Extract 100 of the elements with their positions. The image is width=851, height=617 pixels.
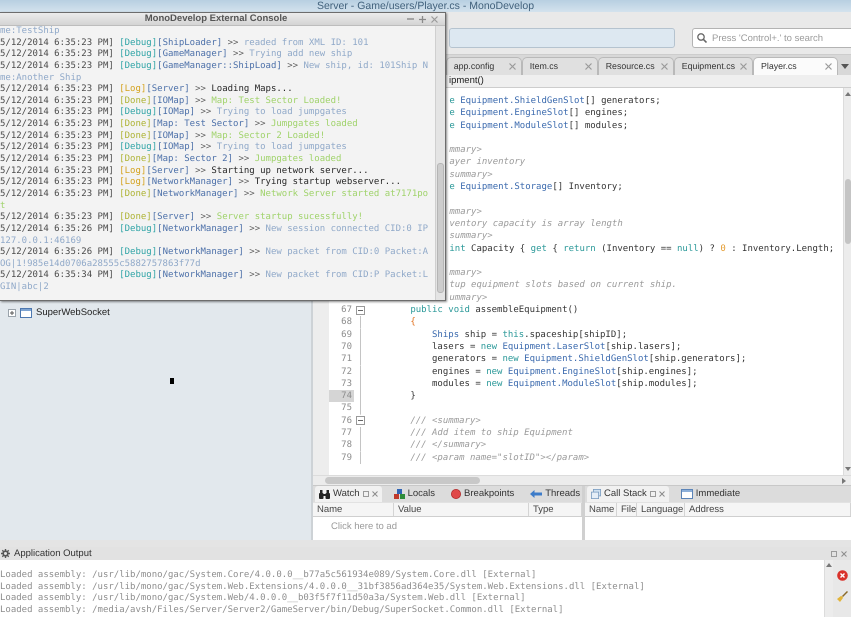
code-line: e Equipment.Storage[] Inventory; [449, 181, 623, 194]
code-line: int Capacity { get { return (Inventory == null) ? 0 : Inventory.Length; [449, 242, 834, 255]
gear-icon [1, 549, 10, 558]
line-number: 70 [340, 340, 353, 354]
caret-icon[interactable] [840, 64, 848, 68]
console-line: 5/12/2014 6:35:23 PM] [Log][Server] >> Starting up network server... [0, 166, 370, 177]
console-line: 5/12/2014 6:35:23 PM] [Done][Map: Test Sector] >> Jumpgates loaded [0, 119, 359, 131]
dock-icon[interactable] [650, 491, 656, 497]
tree-item[interactable]: SuperWebSocket [36, 307, 110, 319]
code-line: /// </summary> [410, 439, 486, 452]
close-icon[interactable] [660, 63, 668, 70]
pad-tab[interactable]: Threads [526, 486, 584, 502]
column-header: Value [394, 503, 529, 516]
line-number: 67 [340, 304, 353, 316]
pad-tab[interactable]: Immediate [676, 486, 744, 502]
line-number: 79 [340, 452, 353, 464]
close-icon[interactable] [372, 491, 378, 497]
dock-icon[interactable] [362, 491, 369, 497]
console-line: 5/12/2014 6:35:23 PM] [Debug][GameManager] >> Trying add new ship [0, 49, 354, 61]
stack-icon [591, 489, 601, 499]
output-line: Loaded assembly: /usr/lib/mono/gac/System.Core/4.0.0.0__b77a5c561934e089/System.Core.dll [External] [0, 570, 538, 582]
editor-tab[interactable]: Resource.cs [598, 57, 674, 75]
code-line: mmary> [449, 144, 482, 156]
pad-tab[interactable]: Watch [315, 486, 382, 502]
code-line: ummary> [449, 292, 488, 304]
code-line: /// <param name="slotID"></param> [410, 452, 590, 464]
close-icon[interactable] [825, 63, 832, 70]
line-number: 73 [340, 378, 353, 390]
pad-tab[interactable]: Breakpoints [447, 486, 518, 502]
window-icon [20, 308, 32, 318]
console-line: me:TestShip [0, 26, 61, 38]
code-line: tup equipment slots based on current ship. [449, 279, 677, 292]
code-line: ventory capacity is array length [449, 218, 623, 230]
window-icon [680, 489, 693, 499]
editor-tab[interactable]: Item.cs [522, 57, 598, 75]
pad-tab[interactable]: Locals [390, 486, 440, 502]
code-line: mmary> [449, 206, 482, 218]
fold-icon[interactable] [356, 306, 364, 315]
console-line: 5/12/2014 6:35:26 PM] [Debug][NetworkManager] >> New packet from CID:0 Packet:A [0, 247, 430, 259]
editor-tab[interactable]: Player.cs [753, 57, 838, 75]
stop-icon[interactable] [836, 570, 848, 581]
editor-tab[interactable]: app.config [446, 57, 522, 75]
console-line: 5/12/2014 6:35:23 PM] [Done][NetworkManager] >> Network Server started at7171po [0, 188, 430, 201]
console-line: 5/12/2014 6:35:26 PM] [Debug][NetworkManager] >> New session connected CID:0 IP [0, 224, 430, 236]
scroll-up-icon[interactable] [826, 563, 832, 567]
console-line: 5/12/2014 6:35:23 PM] [Done][Map: Sector 2] >> Jumpgates loaded [0, 154, 342, 166]
console-line: 5/12/2014 6:35:23 PM] [Debug][GameManager::ShipLoad] >> New ship, id: 101Ship N [0, 60, 430, 73]
line-number: 78 [340, 439, 353, 452]
code-line: { [410, 316, 416, 329]
scrollbar-thumb[interactable] [437, 163, 444, 293]
scrollbar-thumb[interactable] [844, 179, 850, 244]
code-line: } [410, 390, 416, 402]
cursor-icon [170, 378, 174, 384]
console-line: 5/12/2014 6:35:23 PM] [Done][IOMap] >> Map: Sector 2 Loaded! [0, 130, 326, 142]
binoculars-icon [319, 490, 330, 498]
close-icon[interactable] [508, 63, 516, 70]
code-line: summary> [449, 168, 493, 182]
arrow-icon [530, 490, 542, 498]
line-number: 72 [340, 366, 353, 378]
code-line: public void assembleEquipment() [410, 304, 578, 316]
console-line: 127.0.0.1:46169 [0, 236, 82, 247]
scroll-up-icon[interactable] [844, 92, 850, 96]
pad-tab[interactable]: Call Stack [587, 486, 669, 502]
code-line: mmary> [449, 267, 482, 280]
output-line: Loaded assembly: /usr/lib/mono/gac/System.Web.Extensions/4.0.0.0__31bf3856ad364e35/System.Web.Extensions.dll [External] [0, 582, 646, 593]
close-icon[interactable] [431, 16, 438, 22]
broom-icon[interactable] [836, 591, 848, 602]
search-field[interactable]: Press 'Control+.' to search [692, 28, 851, 48]
console-line: 5/12/2014 6:35:23 PM] [Debug][IOMap] >> Trying to load jumpgates [0, 107, 348, 119]
close-icon[interactable] [584, 63, 592, 70]
dock-icon[interactable] [831, 550, 837, 556]
console-line: GIN|abc|2 [0, 282, 50, 294]
dot-icon [451, 489, 462, 499]
code-line: e Equipment.ModuleSlot[] modules; [449, 120, 628, 132]
line-number: 74 [329, 390, 354, 402]
column-header: Address [685, 503, 851, 516]
close-icon[interactable] [841, 550, 847, 556]
column-header: Type [529, 503, 582, 516]
column-header: Language [637, 503, 685, 516]
line-number: 77 [340, 427, 353, 440]
minimize-icon[interactable] [407, 18, 414, 20]
editor-tab[interactable]: Equipment.cs [674, 57, 753, 75]
scroll-down-icon[interactable] [844, 467, 850, 471]
console-line: OG|1!985e14d0706a28555c5882757863f77d [0, 258, 202, 270]
fold-icon[interactable] [356, 416, 364, 426]
close-icon[interactable] [740, 63, 747, 70]
code-line: ayer inventory [449, 156, 526, 169]
console-line: 5/12/2014 6:35:23 PM] [Log][Server] >> Loading Maps... [0, 84, 294, 96]
output-line: Loaded assembly: /media/avsh/Files/Server/Server2/GameServer/bin/Debug/SuperSocket.Common.dll [External] [0, 605, 565, 617]
code-line: /// <summary> [410, 414, 481, 428]
code-line: e Equipment.ShieldGenSlot[] generators; [449, 95, 661, 108]
member-selector[interactable]: ipment() [449, 75, 484, 87]
scrollbar-thumb[interactable] [325, 477, 480, 484]
expander-icon[interactable] [8, 309, 16, 317]
scroll-right-icon[interactable] [842, 478, 846, 484]
close-icon[interactable] [658, 491, 665, 497]
code-line: e Equipment.EngineSlot[] engines; [449, 107, 628, 120]
console-line: 5/12/2014 6:35:23 PM] [Done][IOMap] >> Map: Test Sector Loaded! [0, 96, 342, 107]
code-line: /// Add item to ship Equipment [410, 427, 573, 440]
maximize-icon[interactable] [419, 16, 426, 22]
